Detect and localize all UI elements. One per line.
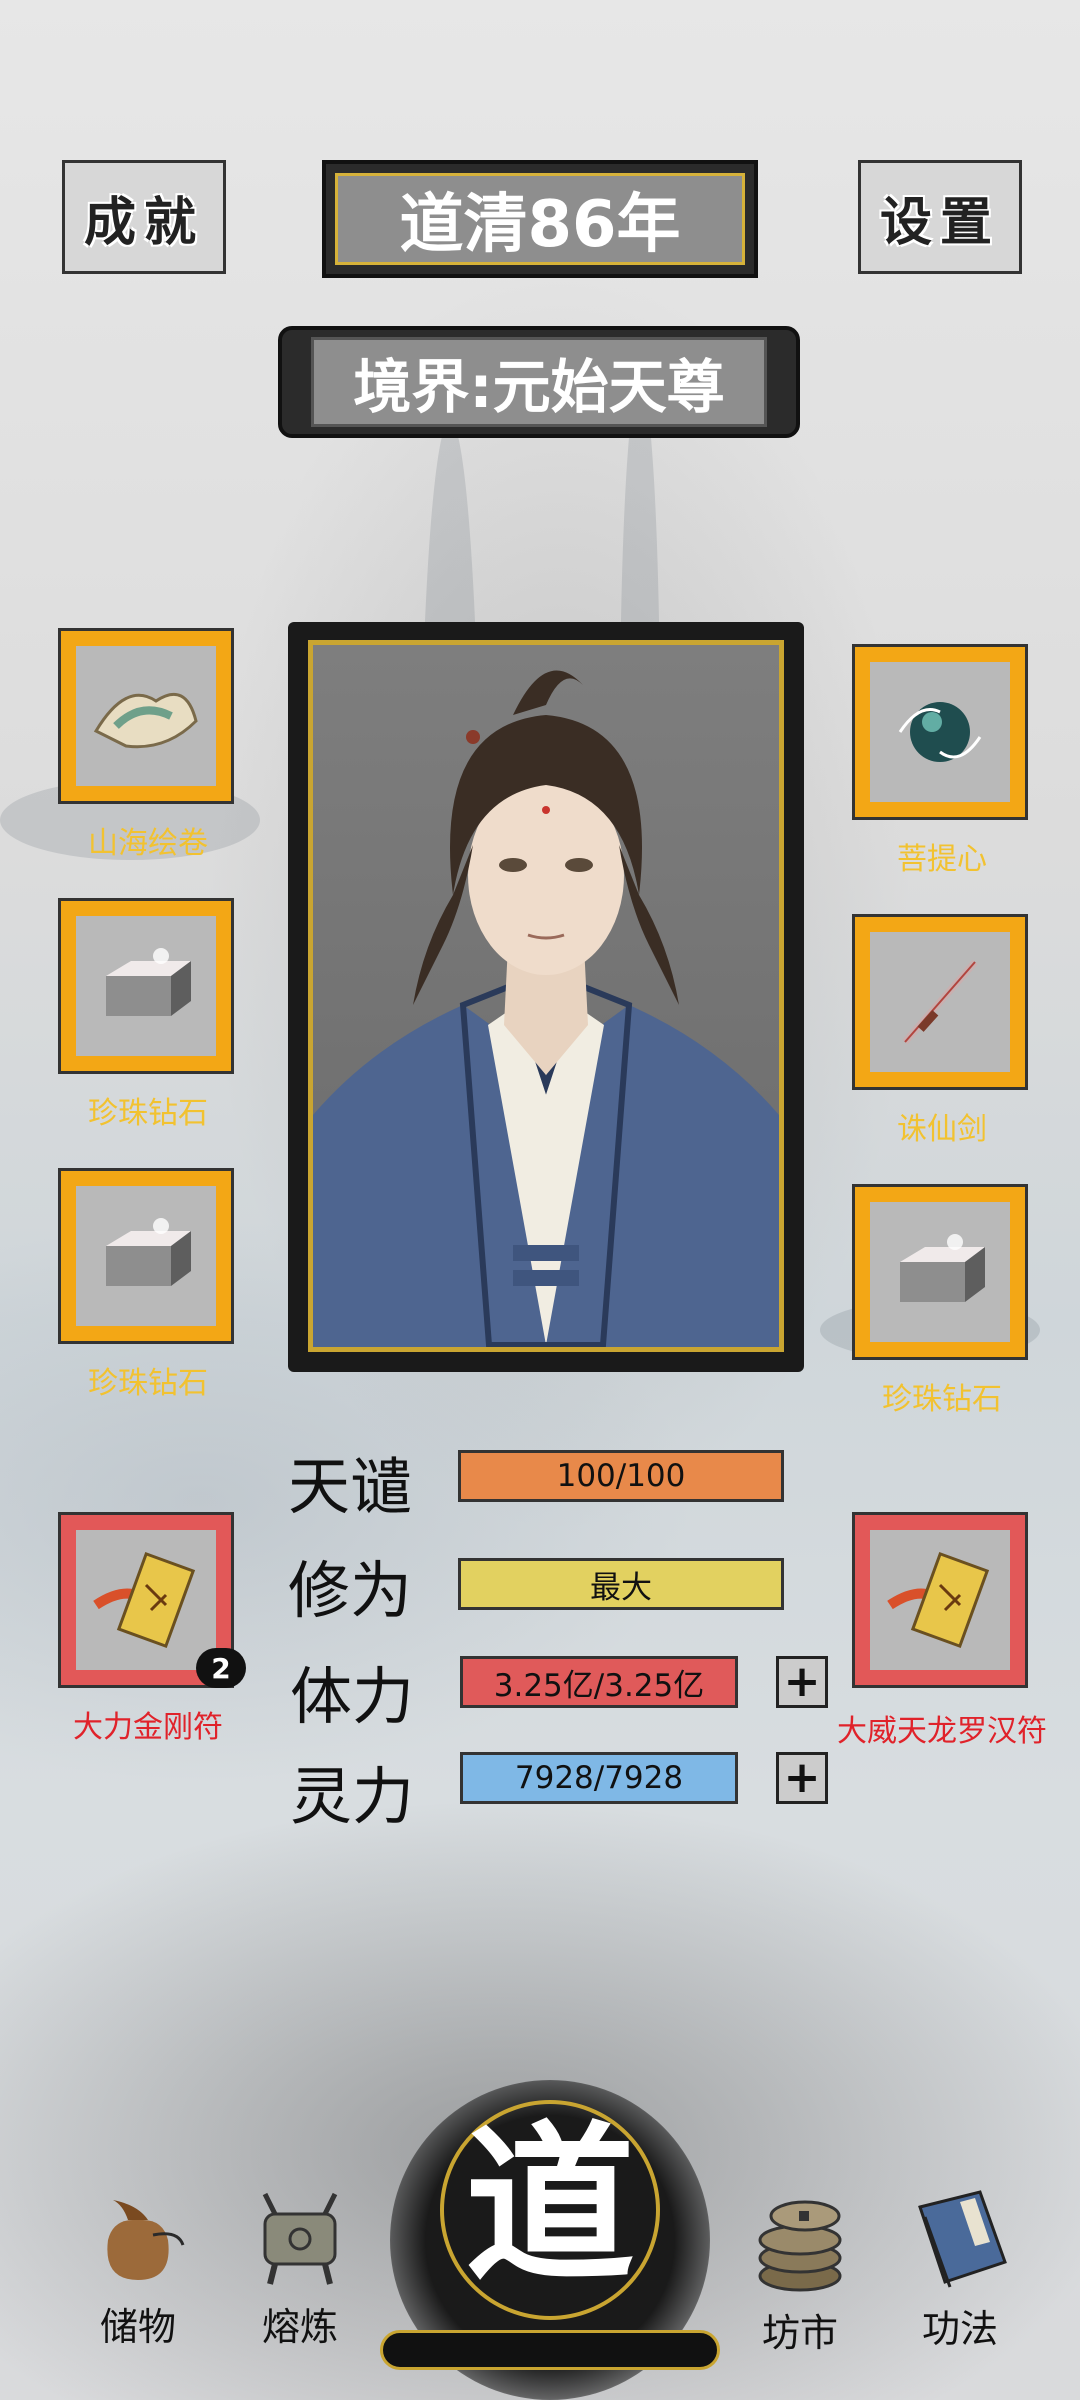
stat-bar-tili: 3.25亿/3.25亿 <box>460 1656 738 1708</box>
stat-bar-lingli: 7928/7928 <box>460 1752 738 1804</box>
nav-skills[interactable]: 功法 <box>900 2182 1020 2353</box>
talisman-label-right: 大威天龙罗汉符 <box>837 1714 1047 1749</box>
talisman-count-badge: 2 <box>196 1648 246 1688</box>
nav-skills-label: 功法 <box>921 2307 998 2351</box>
stat-name-xiuwei: 修为 <box>288 1554 413 1627</box>
stamina-plus-button[interactable]: + <box>776 1656 828 1708</box>
coins-icon <box>758 2200 842 2292</box>
equip-label-left-1: 山海绘卷 <box>88 826 208 861</box>
settings-label: 设置 <box>879 192 1000 253</box>
stat-name-tili: 体力 <box>290 1660 415 1733</box>
stat-name-lingli: 灵力 <box>290 1760 415 1833</box>
equip-label-left-2: 珍珠钻石 <box>88 1096 208 1131</box>
diamond-block-icon <box>76 916 216 1056</box>
talisman-icon <box>870 1530 1010 1670</box>
equip-label-right-1: 菩提心 <box>897 842 987 877</box>
talisman-label-left: 大力金刚符 <box>73 1710 223 1745</box>
cloud-base <box>380 2330 720 2370</box>
book-icon <box>918 2190 1007 2288</box>
equip-label-right-2: 诛仙剑 <box>897 1112 987 1147</box>
jade-orb-icon <box>870 662 1010 802</box>
equip-slot-right-1[interactable] <box>852 644 1028 820</box>
diamond-block-icon <box>870 1202 1010 1342</box>
stat-bar-tianqian: 100/100 <box>458 1450 784 1502</box>
achievement-label: 成就 <box>83 192 204 253</box>
era-title: 道清86年 <box>335 173 745 265</box>
nav-smelt[interactable]: 熔炼 <box>240 2184 360 2351</box>
sword-icon <box>870 932 1010 1072</box>
character-portrait[interactable] <box>308 640 784 1352</box>
pouch-icon <box>107 2200 185 2280</box>
nav-storage-label: 储物 <box>99 2305 176 2349</box>
era-plaque: 道清86年 <box>322 160 758 278</box>
equip-label-right-3: 珍珠钻石 <box>882 1382 1002 1417</box>
scroll-map-icon <box>76 646 216 786</box>
character-portrait-frame <box>288 622 804 1372</box>
stat-bar-xiuwei: 最大 <box>458 1558 784 1610</box>
realm-title: 境界:元始天尊 <box>311 337 767 427</box>
equip-slot-right-3[interactable] <box>852 1184 1028 1360</box>
equip-slot-left-1[interactable] <box>58 628 234 804</box>
nav-market-label: 坊市 <box>761 2311 838 2355</box>
achievement-button[interactable]: 成就 <box>62 160 226 274</box>
nav-storage[interactable]: 储物 <box>78 2180 198 2351</box>
talisman-icon <box>76 1530 216 1670</box>
dao-character: 道 <box>464 2105 635 2305</box>
equip-slot-left-2[interactable] <box>58 898 234 1074</box>
diamond-block-icon <box>76 1186 216 1326</box>
mana-plus-button[interactable]: + <box>776 1752 828 1804</box>
stat-name-tianqian: 天谴 <box>288 1450 413 1523</box>
settings-button[interactable]: 设置 <box>858 160 1022 274</box>
nav-smelt-label: 熔炼 <box>261 2305 338 2349</box>
equip-slot-left-3[interactable] <box>58 1168 234 1344</box>
equip-label-left-3: 珍珠钻石 <box>88 1366 208 1401</box>
equip-slot-right-2[interactable] <box>852 914 1028 1090</box>
nav-market[interactable]: 坊市 <box>740 2186 860 2357</box>
cauldron-icon <box>262 2192 338 2285</box>
talisman-slot-right[interactable] <box>852 1512 1028 1688</box>
nav-dao-button[interactable]: 道 <box>380 2080 720 2400</box>
realm-plaque: 境界:元始天尊 <box>278 326 800 438</box>
